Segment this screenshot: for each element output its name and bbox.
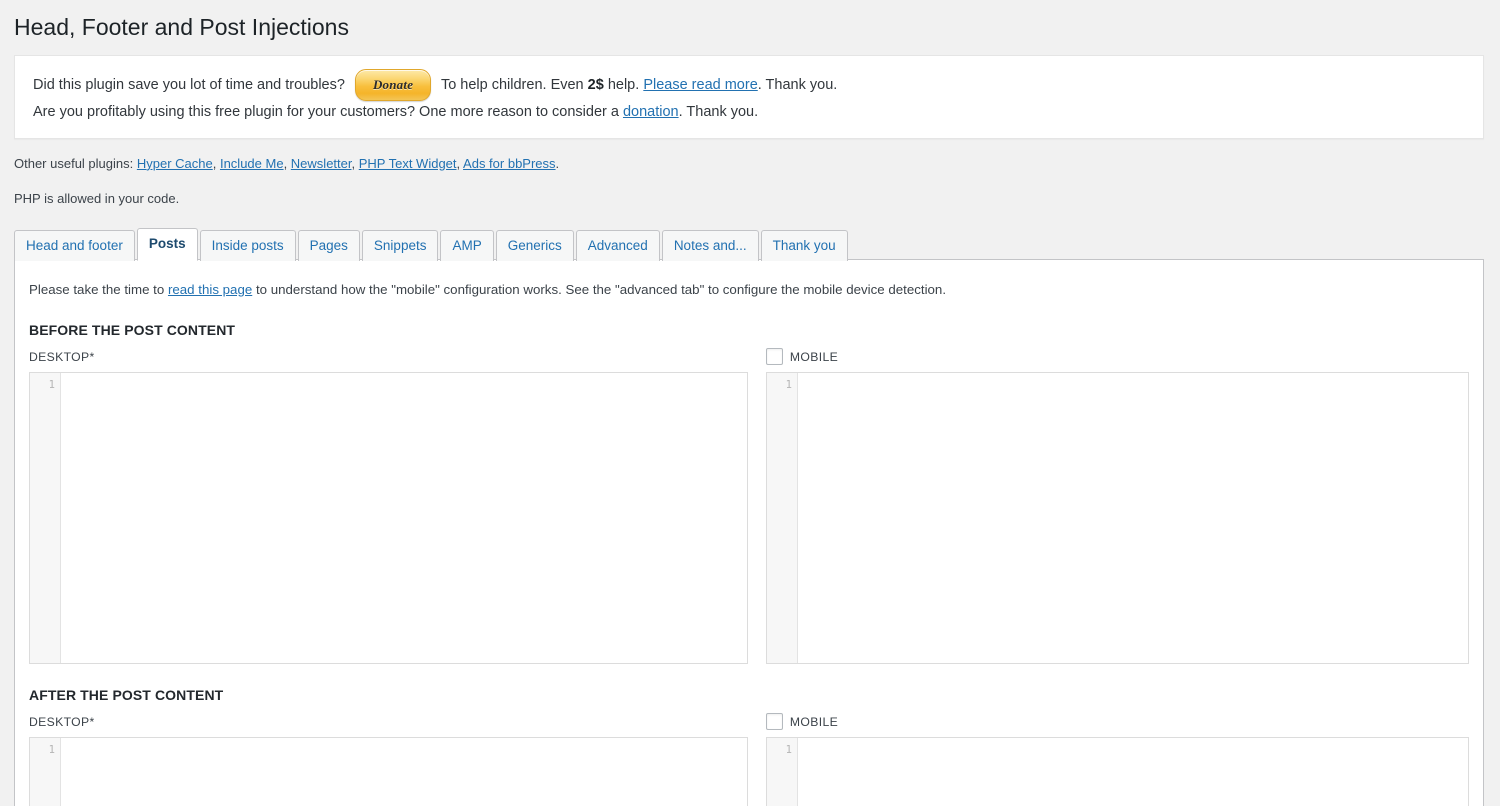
donation-help-suffix: help.: [608, 77, 639, 93]
line-number: 1: [767, 743, 797, 758]
mobile-editor-before-the-post-content[interactable]: 1: [766, 372, 1469, 664]
tab-amp[interactable]: AMP: [440, 230, 493, 261]
donation-help-text: To help children. Even: [441, 77, 584, 93]
plugin-link-separator: .: [556, 156, 560, 171]
desktop-label-text: DESKTOP*: [29, 715, 95, 729]
line-number-gutter: 1: [30, 738, 61, 806]
mobile-column-after-the-post-content: MOBILE 1: [766, 714, 1469, 806]
mobile-column-before-the-post-content: MOBILE 1: [766, 349, 1469, 664]
plugin-link-ads-for-bbpress[interactable]: Ads for bbPress: [463, 156, 556, 171]
plugin-link-separator: ,: [213, 156, 220, 171]
section-title-before-the-post-content: BEFORE THE POST CONTENT: [29, 322, 1469, 338]
other-plugins-line: Other useful plugins: Hyper Cache, Inclu…: [0, 139, 1500, 173]
section-columns-after-the-post-content: DESKTOP* 1 MOBILE 1: [27, 714, 1469, 806]
tab-pages[interactable]: Pages: [298, 230, 360, 261]
desktop-label-text: DESKTOP*: [29, 350, 95, 364]
read-this-page-link[interactable]: read this page: [168, 282, 252, 297]
mobile-enable-checkbox-before-the-post-content[interactable]: [766, 348, 783, 365]
line-number-gutter: 1: [767, 738, 798, 806]
injection-sections: BEFORE THE POST CONTENT DESKTOP* 1 MOBILE 1 A…: [27, 322, 1469, 806]
desktop-column-before-the-post-content: DESKTOP* 1: [29, 349, 748, 664]
tab-head-and-footer[interactable]: Head and footer: [14, 230, 135, 261]
line-number-gutter: 1: [767, 373, 798, 663]
panel-intro-prefix: Please take the time to: [29, 282, 164, 297]
donation-thanks-1: . Thank you.: [758, 77, 838, 93]
plugin-link-separator: ,: [352, 156, 359, 171]
donation-notice-line-1: Did this plugin save you lot of time and…: [33, 69, 1471, 101]
donation-customers-text: Are you profitably using this free plugi…: [33, 104, 619, 120]
tab-advanced[interactable]: Advanced: [576, 230, 660, 261]
mobile-label-after-the-post-content: MOBILE: [766, 714, 1469, 730]
tab-posts[interactable]: Posts: [137, 228, 198, 261]
desktop-column-after-the-post-content: DESKTOP* 1: [29, 714, 748, 806]
desktop-label-before-the-post-content: DESKTOP*: [29, 349, 748, 365]
other-plugins-label: Other useful plugins:: [14, 156, 133, 171]
tab-generics[interactable]: Generics: [496, 230, 574, 261]
plugin-link-newsletter[interactable]: Newsletter: [291, 156, 352, 171]
settings-panel: Please take the time to read this page t…: [14, 259, 1484, 806]
code-area[interactable]: [61, 373, 747, 663]
section-columns-before-the-post-content: DESKTOP* 1 MOBILE 1: [27, 349, 1469, 664]
desktop-editor-before-the-post-content[interactable]: 1: [29, 372, 748, 664]
mobile-label-before-the-post-content: MOBILE: [766, 349, 1469, 365]
plugin-link-include-me[interactable]: Include Me: [220, 156, 284, 171]
donation-question: Did this plugin save you lot of time and…: [33, 77, 345, 93]
mobile-label-text: MOBILE: [790, 350, 838, 364]
code-area[interactable]: [61, 738, 747, 806]
donation-notice-line-2: Are you profitably using this free plugi…: [33, 101, 1471, 124]
mobile-editor-after-the-post-content[interactable]: 1: [766, 737, 1469, 806]
panel-intro-suffix: to understand how the "mobile" configura…: [256, 282, 946, 297]
code-area[interactable]: [798, 738, 1468, 806]
tab-thank-you[interactable]: Thank you: [761, 230, 848, 261]
plugin-link-php-text-widget[interactable]: PHP Text Widget: [359, 156, 457, 171]
mobile-enable-checkbox-after-the-post-content[interactable]: [766, 713, 783, 730]
tab-snippets[interactable]: Snippets: [362, 230, 439, 261]
other-plugins-links: Hyper Cache, Include Me, Newsletter, PHP…: [137, 156, 559, 171]
line-number: 1: [30, 743, 60, 758]
line-number-gutter: 1: [30, 373, 61, 663]
read-more-link[interactable]: Please read more: [643, 77, 757, 93]
line-number: 1: [30, 378, 60, 393]
tab-notes-and[interactable]: Notes and...: [662, 230, 759, 261]
plugin-link-hyper-cache[interactable]: Hyper Cache: [137, 156, 213, 171]
code-area[interactable]: [798, 373, 1468, 663]
donation-amount: 2$: [588, 77, 604, 93]
line-number: 1: [767, 378, 797, 393]
page-title: Head, Footer and Post Injections: [0, 0, 1500, 55]
admin-page: Head, Footer and Post Injections Did thi…: [0, 0, 1500, 806]
tab-bar: Head and footerPostsInside postsPagesSni…: [14, 230, 1500, 260]
php-note: PHP is allowed in your code.: [0, 173, 1500, 208]
tab-inside-posts[interactable]: Inside posts: [200, 230, 296, 261]
desktop-label-after-the-post-content: DESKTOP*: [29, 714, 748, 730]
donate-button[interactable]: Donate: [355, 69, 431, 101]
donation-thanks-2: . Thank you.: [679, 104, 759, 120]
panel-intro: Please take the time to read this page t…: [29, 276, 1469, 299]
donation-link[interactable]: donation: [623, 104, 679, 120]
mobile-label-text: MOBILE: [790, 715, 838, 729]
donation-notice: Did this plugin save you lot of time and…: [14, 55, 1484, 139]
plugin-link-separator: ,: [284, 156, 291, 171]
section-title-after-the-post-content: AFTER THE POST CONTENT: [29, 687, 1469, 703]
desktop-editor-after-the-post-content[interactable]: 1: [29, 737, 748, 806]
